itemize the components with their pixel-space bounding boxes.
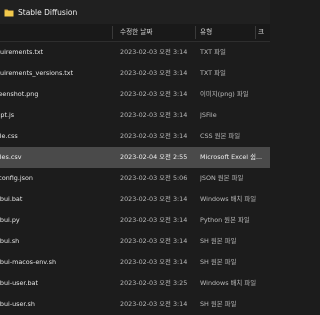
file-name: quirements_versions.txt [0, 69, 74, 77]
file-type: 이미지(png) 파일 [200, 90, 249, 98]
file-type: TXT 파일 [200, 69, 226, 77]
file-name: ript.js [0, 111, 15, 119]
file-name: quirements.txt [0, 48, 44, 56]
folder-icon [4, 6, 14, 18]
column-header-date[interactable]: 수정한 날짜 [120, 24, 194, 41]
file-name: reenshot.png [0, 90, 39, 98]
file-type: Python 원본 파일 [200, 216, 250, 224]
file-type: TXT 파일 [200, 48, 226, 56]
file-row[interactable]: ebui.bat 2023-02-03 오전 3:14 Windows 배치 파… [0, 189, 270, 210]
column-header-size[interactable]: 크 [258, 24, 270, 41]
file-row-selected[interactable]: yles.csv 2023-02-04 오전 2:55 Microsoft Ex… [0, 147, 270, 168]
file-date: 2023-02-03 오전 3:14 [120, 195, 188, 203]
file-type: Windows 배치 파일 [200, 279, 257, 287]
file-date: 2023-02-03 오전 3:14 [120, 48, 188, 56]
column-divider[interactable] [195, 26, 196, 39]
file-name: yles.csv [0, 153, 22, 161]
file-name: yle.css [0, 132, 18, 140]
file-name: -config.json [0, 174, 33, 182]
column-header-bar: 수정한 날짜 유형 크 [0, 24, 270, 42]
file-row[interactable]: ebui-user.sh 2023-02-03 오전 3:14 SH 원본 파일 [0, 294, 270, 315]
file-row[interactable]: ebui-user.bat 2023-02-03 오전 3:25 Windows… [0, 273, 270, 294]
file-type: JSFile [200, 111, 217, 119]
file-date: 2023-02-03 오전 3:14 [120, 111, 188, 119]
file-type: SH 원본 파일 [200, 237, 237, 245]
file-date: 2023-02-03 오전 3:14 [120, 132, 188, 140]
window-title: Stable Diffusion [18, 7, 78, 17]
file-name: ebui-user.bat [0, 279, 38, 287]
file-name: ebui.py [0, 216, 20, 224]
file-date: 2023-02-03 오전 3:14 [120, 90, 188, 98]
file-row[interactable]: -config.json 2023-02-03 오전 5:06 JSON 원본 … [0, 168, 270, 189]
column-divider[interactable] [255, 26, 256, 39]
file-row[interactable]: ebui.sh 2023-02-03 오전 3:14 SH 원본 파일 [0, 231, 270, 252]
file-date: 2023-02-03 오전 3:14 [120, 216, 188, 224]
file-row[interactable]: ript.js 2023-02-03 오전 3:14 JSFile [0, 105, 270, 126]
file-row[interactable]: ebui.py 2023-02-03 오전 3:14 Python 원본 파일 [0, 210, 270, 231]
file-type: Windows 배치 파일 [200, 195, 257, 203]
title-bar: Stable Diffusion [0, 0, 270, 24]
file-row[interactable]: quirements_versions.txt 2023-02-03 오전 3:… [0, 63, 270, 84]
file-type: SH 원본 파일 [200, 300, 237, 308]
column-header-name[interactable] [2, 24, 102, 41]
file-date: 2023-02-03 오전 5:06 [120, 174, 188, 182]
column-divider[interactable] [112, 26, 113, 39]
file-name: ebui.bat [0, 195, 23, 203]
column-header-type[interactable]: 유형 [200, 24, 250, 41]
file-row[interactable]: yle.css 2023-02-03 오전 3:14 CSS 원본 파일 [0, 126, 270, 147]
file-date: 2023-02-03 오전 3:25 [120, 279, 188, 287]
file-date: 2023-02-03 오전 3:14 [120, 69, 188, 77]
file-row[interactable]: quirements.txt 2023-02-03 오전 3:14 TXT 파일 [0, 42, 270, 63]
file-list: quirements.txt 2023-02-03 오전 3:14 TXT 파일… [0, 42, 270, 315]
file-name: ebui.sh [0, 237, 20, 245]
file-type: Microsoft Excel 쉼... [200, 153, 263, 161]
file-date: 2023-02-03 오전 3:14 [120, 300, 188, 308]
file-type: CSS 원본 파일 [200, 132, 241, 140]
file-date: 2023-02-03 오전 3:14 [120, 237, 188, 245]
file-date: 2023-02-04 오전 2:55 [120, 153, 188, 161]
file-row[interactable]: reenshot.png 2023-02-03 오전 3:14 이미지(png)… [0, 84, 270, 105]
file-type: JSON 원본 파일 [200, 174, 244, 182]
file-name: ebui-user.sh [0, 300, 35, 308]
